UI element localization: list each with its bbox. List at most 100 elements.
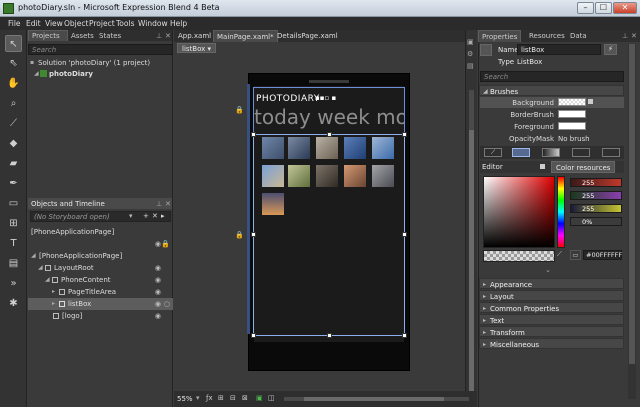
brush-row-borderbrush[interactable]: BorderBrush (480, 109, 624, 120)
advanced-options-icon[interactable] (588, 99, 593, 104)
tab-data[interactable]: Data (570, 32, 587, 40)
resize-handle[interactable] (402, 333, 407, 338)
menu-help[interactable]: Help (170, 19, 187, 28)
scrollbar-track[interactable] (469, 90, 474, 400)
brush-swatch[interactable] (558, 110, 586, 118)
brushes-category[interactable]: ◢ Brushes (479, 85, 624, 96)
menu-edit[interactable]: Edit (26, 19, 41, 28)
gradient-brush-icon[interactable] (542, 148, 560, 157)
resize-handle[interactable] (251, 132, 256, 137)
tab-assets[interactable]: Assets (71, 32, 94, 40)
add-storyboard-icon[interactable]: + (143, 212, 149, 220)
channel-b-input[interactable]: 255 (570, 204, 622, 213)
storyboard-close-icon[interactable]: ✕ (152, 212, 158, 220)
menu-object[interactable]: Object (64, 19, 88, 28)
control-tool-icon[interactable]: ▤ (5, 255, 22, 272)
pen-tool-icon[interactable]: ✒ (5, 175, 22, 192)
category-miscellaneous[interactable]: ▸ Miscellaneous (479, 338, 624, 349)
visibility-eye-icon[interactable]: ◉ (155, 276, 161, 284)
minimize-button[interactable]: – (577, 2, 594, 14)
lock-all-icon[interactable]: 🔒 (161, 240, 170, 248)
menu-window[interactable]: Window (138, 19, 168, 28)
tab-resources[interactable]: Resources (529, 32, 565, 40)
visibility-eye-icon[interactable]: ◉ (155, 300, 161, 308)
channel-r-input[interactable]: 255 (570, 178, 622, 187)
doc-tab-mainpage-xaml[interactable]: MainPage.xaml* (213, 30, 278, 42)
selection-tool-icon[interactable]: ↖ (5, 35, 22, 52)
grid-tool-icon[interactable]: ⊞ (5, 215, 22, 232)
menu-file[interactable]: File (8, 19, 21, 28)
eyedropper-icon[interactable]: ⟋ (557, 250, 567, 262)
view-mode-icon[interactable]: ▤ (467, 62, 474, 70)
zoom-dropdown-icon[interactable]: ▾ (196, 394, 200, 402)
direct-selection-tool-icon[interactable]: ⇖ (5, 55, 22, 72)
lock-marker-icon[interactable]: 🔒 (235, 231, 244, 239)
events-icon[interactable]: ⚡ (604, 44, 617, 55)
snap-lines-icon[interactable]: ⊠ (242, 394, 248, 402)
no-brush-icon[interactable]: ⟋ (484, 148, 502, 157)
tree-row-phonecontent[interactable]: ◢ PhoneContent ◉ (28, 274, 173, 286)
scrollbar-thumb[interactable] (304, 397, 444, 401)
tree-row-listbox[interactable]: ▸ listBox ◉ ○ (28, 298, 173, 310)
projects-search-input[interactable]: Search (28, 44, 173, 55)
color-picker-field[interactable] (483, 176, 555, 248)
pin-icon[interactable]: ⊥ (156, 32, 162, 40)
project-node[interactable]: ◢ photoDiary (28, 68, 173, 80)
expand-chevron-icon[interactable]: ⌄ (545, 266, 551, 274)
asset-library-icon[interactable]: ✱ (5, 295, 22, 312)
menu-tools[interactable]: Tools (116, 19, 134, 28)
brush-swatch[interactable] (558, 98, 586, 106)
tab-projects[interactable]: Projects (28, 30, 68, 41)
color-mode-icon[interactable]: ▭ (570, 250, 581, 260)
pin-icon[interactable]: ⊥ (156, 200, 162, 208)
properties-search-input[interactable]: Search (480, 71, 624, 82)
resize-handle[interactable] (402, 232, 407, 237)
brush-transform-tool-icon[interactable]: ▰ (5, 155, 22, 172)
pan-tool-icon[interactable]: ✋ (5, 75, 22, 92)
tile-brush-icon[interactable] (572, 148, 590, 157)
editor-options-icon[interactable] (540, 164, 545, 169)
device-preview-icon[interactable]: ▣ (256, 394, 263, 402)
doc-tab-detailspage-xaml[interactable]: DetailsPage.xaml (277, 32, 338, 40)
paint-bucket-tool-icon[interactable]: ◆ (5, 135, 22, 152)
tree-row-pagetitlearea[interactable]: ▸ PageTitleArea ◉ (28, 286, 173, 298)
tree-row-logo[interactable]: [logo] ◉ (28, 310, 173, 322)
resize-handle[interactable] (402, 132, 407, 137)
brush-row-foreground[interactable]: Foreground (480, 121, 624, 132)
resize-handle[interactable] (327, 132, 332, 137)
color-resources-tab[interactable]: Color resources (551, 161, 616, 173)
tree-row-phoneapplicationpage[interactable]: ◢ [PhoneApplicationPage] (28, 250, 173, 262)
category-layout[interactable]: ▸ Layout (479, 290, 624, 301)
vertical-scrollbar[interactable]: ▣ ⚙ ▤ (465, 30, 477, 400)
resize-handle[interactable] (327, 333, 332, 338)
rectangle-tool-icon[interactable]: ▭ (5, 195, 22, 212)
menu-view[interactable]: View (45, 19, 63, 28)
close-panel-icon[interactable]: ✕ (631, 32, 637, 40)
annotations-icon[interactable]: ◫ (268, 394, 275, 402)
breadcrumb[interactable]: listBox ▾ (177, 43, 217, 53)
brush-row-opacitymask[interactable]: OpacityMask No brush (480, 133, 624, 144)
visibility-eye-icon[interactable]: ◉ (155, 264, 161, 272)
close-panel-icon[interactable]: ✕ (165, 32, 171, 40)
tree-row-layoutroot[interactable]: ◢ LayoutRoot ◉ (28, 262, 173, 274)
storyboard-more-icon[interactable]: ▸ (161, 212, 165, 220)
category-common-properties[interactable]: ▸ Common Properties (479, 302, 624, 313)
grid-toggle-icon[interactable]: ⊞ (218, 394, 224, 402)
close-panel-icon[interactable]: ✕ (165, 200, 171, 208)
tab-states[interactable]: States (99, 32, 121, 40)
close-button[interactable]: ✕ (613, 2, 637, 14)
hex-color-input[interactable]: #00FFFFFF (583, 250, 622, 260)
scrollbar-thumb[interactable] (469, 130, 474, 400)
scope-root[interactable]: [PhoneApplicationPage] (28, 226, 173, 238)
view-mode-icon[interactable]: ▣ (467, 38, 474, 46)
category-appearance[interactable]: ▸ Appearance (479, 278, 624, 289)
zoom-level[interactable]: 55% (177, 395, 193, 403)
snap-grid-icon[interactable]: ⊟ (230, 394, 236, 402)
lock-dot-icon[interactable]: ○ (164, 300, 170, 308)
fx-icon[interactable]: ƒx (206, 394, 213, 402)
visibility-eye-icon[interactable]: ◉ (155, 288, 161, 296)
resize-handle[interactable] (251, 232, 256, 237)
menu-project[interactable]: Project (89, 19, 115, 28)
brush-resources-icon[interactable] (602, 148, 620, 157)
channel-a-input[interactable]: 0% (570, 217, 622, 226)
